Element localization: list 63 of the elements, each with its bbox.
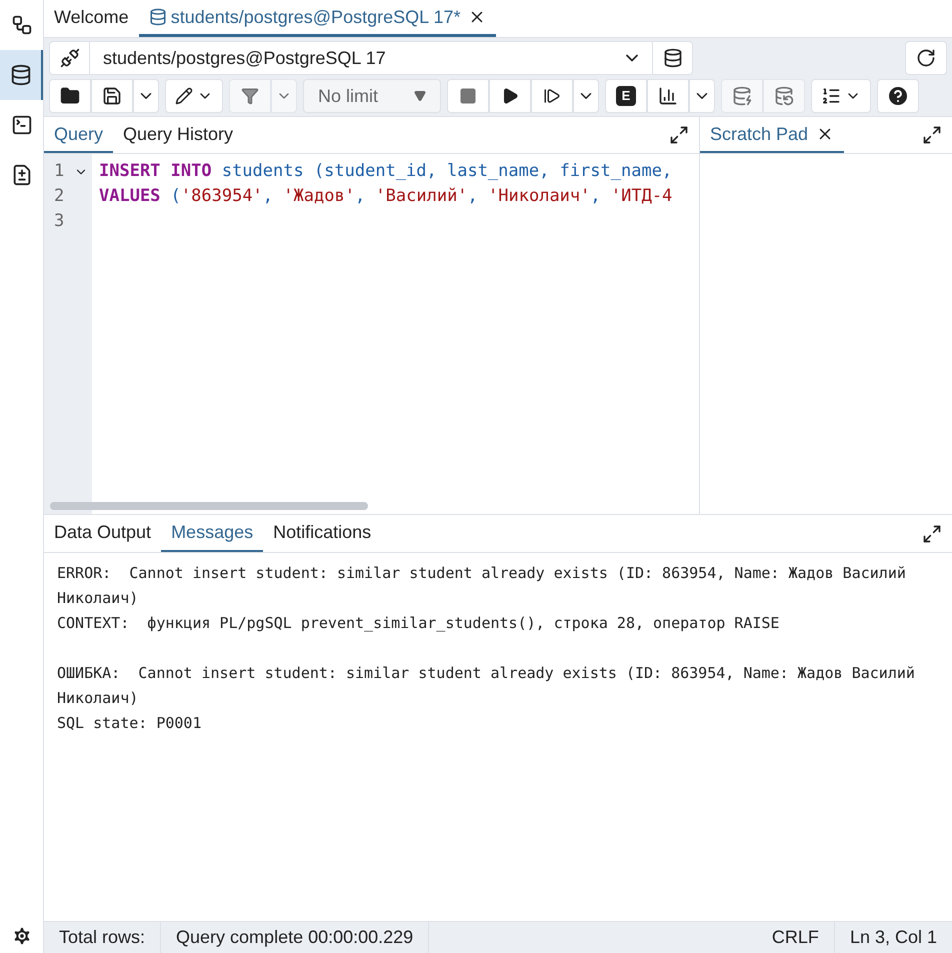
- document-tab[interactable]: Welcome: [44, 0, 139, 37]
- line-number: 1: [54, 160, 66, 183]
- status-cursor: Ln 3, Col 1: [848, 926, 938, 949]
- database-icon: [662, 48, 682, 68]
- status-query: Query complete 00:00:00.229: [161, 922, 430, 953]
- explain-button[interactable]: E: [605, 79, 647, 113]
- reset-layout-button[interactable]: [905, 41, 947, 75]
- explain-menu-button[interactable]: [689, 79, 715, 113]
- open-file-button[interactable]: [49, 79, 91, 113]
- message-text: ERROR: Cannot insert student: similar student already exists (ID: 863954, Name: Жадов Василий Николаич): [57, 563, 907, 609]
- line-number: 3: [54, 210, 66, 233]
- chart-icon: [658, 86, 678, 106]
- play-icon: [501, 87, 519, 105]
- help-icon: [886, 84, 910, 108]
- rotate-icon: [916, 48, 936, 68]
- play-step-icon: [543, 87, 561, 105]
- caret-icon: [414, 90, 426, 102]
- save-button[interactable]: [91, 79, 133, 113]
- tab[interactable]: Messages: [161, 515, 264, 552]
- commit-button[interactable]: [721, 79, 763, 113]
- plug-icon: [60, 48, 80, 68]
- connection-value: students/postgres@PostgreSQL 17: [102, 46, 387, 70]
- explain-analyze-button[interactable]: [647, 79, 689, 113]
- status-total-rows: Total rows:: [44, 922, 162, 953]
- maximize-icon: [669, 125, 689, 145]
- row-limit-select[interactable]: No limit: [303, 79, 441, 113]
- filter-button[interactable]: [229, 79, 271, 113]
- sidebar-item[interactable]: [0, 50, 43, 100]
- execute-menu-button[interactable]: [573, 79, 599, 113]
- tab[interactable]: Notifications: [263, 515, 382, 552]
- code-line: VALUES ('863954', 'Жадов', 'Василий', 'Николаич', 'ИТД-4: [99, 185, 672, 208]
- maximize-icon: [922, 125, 942, 145]
- folder-icon: [60, 86, 80, 106]
- tab[interactable]: Query History: [113, 117, 244, 153]
- code-line: INSERT INTO students (student_id, last_name, first_name,: [99, 160, 672, 183]
- terminal-icon: [10, 114, 32, 136]
- tree-icon: [10, 14, 32, 36]
- code-editor[interactable]: 1 2 3 INSERT INTO students (student_id, last_name, first_name, VALUES ('863954', 'Жадов', 'Василий', 'Николаич', 'ИТД-4: [44, 154, 699, 514]
- message-text: CONTEXT: функция PL/pgSQL prevent_similar_students(), строка 28, оператор RAISE: [57, 613, 780, 634]
- database-icon: [148, 8, 167, 26]
- save-icon: [102, 86, 122, 106]
- execute-button[interactable]: [489, 79, 531, 113]
- tab[interactable]: Scratch Pad: [700, 117, 844, 153]
- status-line-ending: CRLF: [756, 922, 835, 953]
- edit-menu-button[interactable]: [165, 79, 223, 113]
- message-text: SQL state: P0001: [57, 713, 202, 734]
- maximize-icon: [922, 524, 942, 544]
- tab[interactable]: Data Output: [44, 515, 162, 552]
- help-button[interactable]: [877, 79, 919, 113]
- list-icon: [821, 86, 841, 106]
- macros-button[interactable]: [811, 79, 871, 113]
- stop-icon: [459, 87, 477, 105]
- filter-icon: [241, 87, 259, 105]
- rollback-button[interactable]: [763, 79, 805, 113]
- line-number: 2: [54, 185, 66, 208]
- database-undo-icon: [774, 86, 794, 106]
- save-menu-button[interactable]: [133, 79, 159, 113]
- message-text: ОШИБКА: Cannot insert student: similar student already exists (ID: 863954, Name: Жадов Василий Николаич): [57, 663, 916, 709]
- connection-select[interactable]: students/postgres@PostgreSQL 17: [49, 41, 693, 75]
- pencil-icon: [175, 87, 193, 105]
- stop-button[interactable]: [447, 79, 489, 113]
- database-icon: [10, 64, 32, 86]
- execute-script-button[interactable]: [531, 79, 573, 113]
